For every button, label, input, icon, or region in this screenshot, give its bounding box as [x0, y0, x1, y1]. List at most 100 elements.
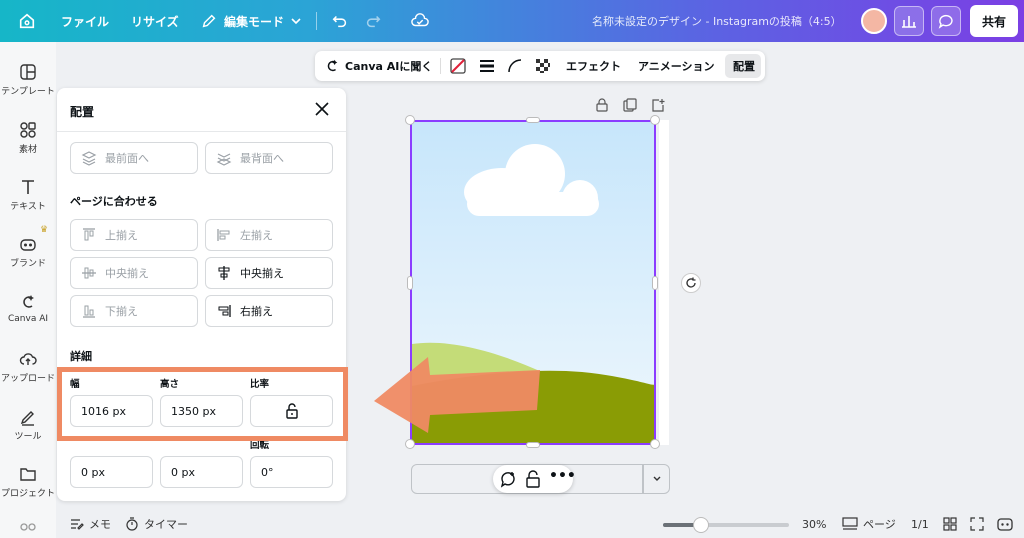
lock-icon[interactable]: [595, 98, 609, 112]
cloud-check-icon: [411, 13, 429, 27]
align-top-label: 上揃え: [105, 229, 138, 242]
rotation-input[interactable]: 0°: [250, 456, 333, 488]
rail-templates-label: テンプレート: [1, 87, 55, 97]
layers-down-icon: [216, 153, 232, 166]
resize-handle-right[interactable]: [652, 276, 658, 290]
resize-handle-bottom-left[interactable]: [405, 439, 415, 449]
fullscreen-icon[interactable]: [970, 517, 984, 531]
details-heading: 詳細: [70, 350, 92, 363]
zoom-slider-thumb[interactable]: [693, 517, 709, 533]
text-icon: [22, 180, 34, 194]
bar-chart-icon: [902, 16, 916, 28]
corner-radius-icon: [508, 59, 522, 73]
resize-handle-bottom-right[interactable]: [650, 439, 660, 449]
add-page-icon[interactable]: [651, 98, 665, 112]
bring-to-front-button[interactable]: 最前面へ: [70, 142, 198, 174]
share-button[interactable]: 共有: [970, 5, 1018, 37]
page-scrollbar[interactable]: [659, 120, 669, 445]
comment-icon: [938, 14, 953, 29]
resize-handle-left[interactable]: [407, 276, 413, 290]
rail-uploads-label: アップロード: [0, 374, 55, 384]
corner-radius-button[interactable]: [506, 51, 524, 81]
align-right-icon: [218, 305, 231, 317]
edit-mode-label: 編集モード: [224, 14, 285, 29]
border-color-button[interactable]: [449, 51, 467, 81]
close-icon[interactable]: [313, 100, 331, 118]
undo-button[interactable]: [331, 0, 349, 42]
border-style-button[interactable]: [478, 51, 496, 81]
avatar[interactable]: [861, 8, 887, 34]
align-top-button[interactable]: 上揃え: [70, 219, 198, 251]
file-menu[interactable]: ファイル: [61, 0, 109, 42]
layers-up-icon: [81, 151, 97, 166]
timer-icon: [126, 517, 138, 531]
rail-apps[interactable]: [0, 522, 56, 538]
align-bottom-icon: [83, 305, 95, 318]
rail-tools[interactable]: ツール: [0, 408, 56, 442]
notes-button[interactable]: メモ: [70, 510, 111, 538]
chevron-down-icon: [291, 18, 301, 25]
page-count: 1/1: [911, 517, 929, 531]
apps-icon: [20, 523, 36, 531]
rail-projects[interactable]: プロジェクト: [0, 465, 56, 499]
resize-handle-bottom[interactable]: [526, 442, 540, 448]
align-center-button[interactable]: 中央揃え: [205, 257, 333, 289]
rail-canva-ai[interactable]: Canva AI: [0, 293, 56, 324]
align-center-icon: [218, 266, 230, 280]
rail-uploads[interactable]: アップロード: [0, 350, 56, 384]
document-title[interactable]: 名称未設定のデザイン - Instagramの投稿（4:5）: [592, 13, 842, 29]
help-bot-icon[interactable]: [996, 515, 1014, 533]
zoom-slider-track[interactable]: [663, 517, 789, 533]
align-right-button[interactable]: 右揃え: [205, 295, 333, 327]
divider: [440, 58, 441, 74]
pages-button[interactable]: ページ: [842, 510, 896, 538]
rail-elements[interactable]: 素材: [0, 121, 56, 155]
undo-icon: [332, 15, 347, 28]
canva-ai-icon: [23, 295, 34, 308]
page-options-dropdown[interactable]: [643, 464, 670, 494]
rail-templates[interactable]: テンプレート: [0, 63, 56, 97]
brand-icon: [20, 239, 36, 251]
x-input[interactable]: 0 px: [70, 456, 153, 488]
resize-menu[interactable]: リサイズ: [131, 0, 179, 42]
context-toolbar: Canva AIに聞く エフェクト アニメーション 配置: [315, 51, 765, 81]
panel-title: 配置: [70, 105, 95, 119]
transparency-icon: [536, 59, 550, 73]
resize-handle-top-right[interactable]: [650, 115, 660, 125]
fit-page-heading: ページに合わせる: [70, 195, 158, 208]
home-button[interactable]: [18, 0, 36, 42]
rail-brand[interactable]: ブランド: [0, 235, 56, 269]
duplicate-icon[interactable]: [623, 98, 637, 112]
timer-button[interactable]: タイマー: [125, 510, 188, 538]
grid-view-icon[interactable]: [943, 517, 957, 531]
send-to-back-button[interactable]: 最背面へ: [205, 142, 333, 174]
transparency-button[interactable]: [534, 51, 552, 81]
align-middle-button[interactable]: 中央揃え: [70, 257, 198, 289]
zoom-level[interactable]: 30%: [802, 510, 826, 538]
pages-label: ページ: [863, 518, 896, 531]
align-left-button[interactable]: 左揃え: [205, 219, 333, 251]
redo-button[interactable]: [364, 0, 382, 42]
align-bottom-button[interactable]: 下揃え: [70, 295, 198, 327]
rail-text[interactable]: テキスト: [0, 178, 56, 212]
resize-handle-top-left[interactable]: [405, 115, 415, 125]
position-button[interactable]: 配置: [733, 51, 755, 81]
animation-button[interactable]: アニメーション: [638, 51, 715, 81]
insights-button[interactable]: [894, 6, 924, 36]
notes-icon: [71, 519, 84, 530]
comment-add-icon[interactable]: [499, 470, 517, 488]
unlock-icon[interactable]: [524, 470, 542, 488]
cloud-save-button[interactable]: [411, 0, 429, 42]
rail-canva-ai-label: Canva AI: [7, 314, 49, 324]
y-input[interactable]: 0 px: [160, 456, 243, 488]
edit-mode-menu[interactable]: 編集モード: [200, 0, 302, 42]
effects-button[interactable]: エフェクト: [566, 51, 621, 81]
timer-label: タイマー: [144, 518, 188, 531]
resize-handle-top[interactable]: [526, 117, 540, 123]
left-rail: テンプレート 素材 テキスト ブランド ♛ Canva AI アップロード ツー…: [0, 42, 56, 538]
ask-canva-ai-button[interactable]: Canva AIに聞く: [324, 51, 432, 81]
rotate-button[interactable]: [681, 273, 701, 293]
line-weight-icon: [480, 60, 494, 72]
comments-button[interactable]: [931, 6, 961, 36]
more-icon[interactable]: •••: [549, 468, 576, 484]
